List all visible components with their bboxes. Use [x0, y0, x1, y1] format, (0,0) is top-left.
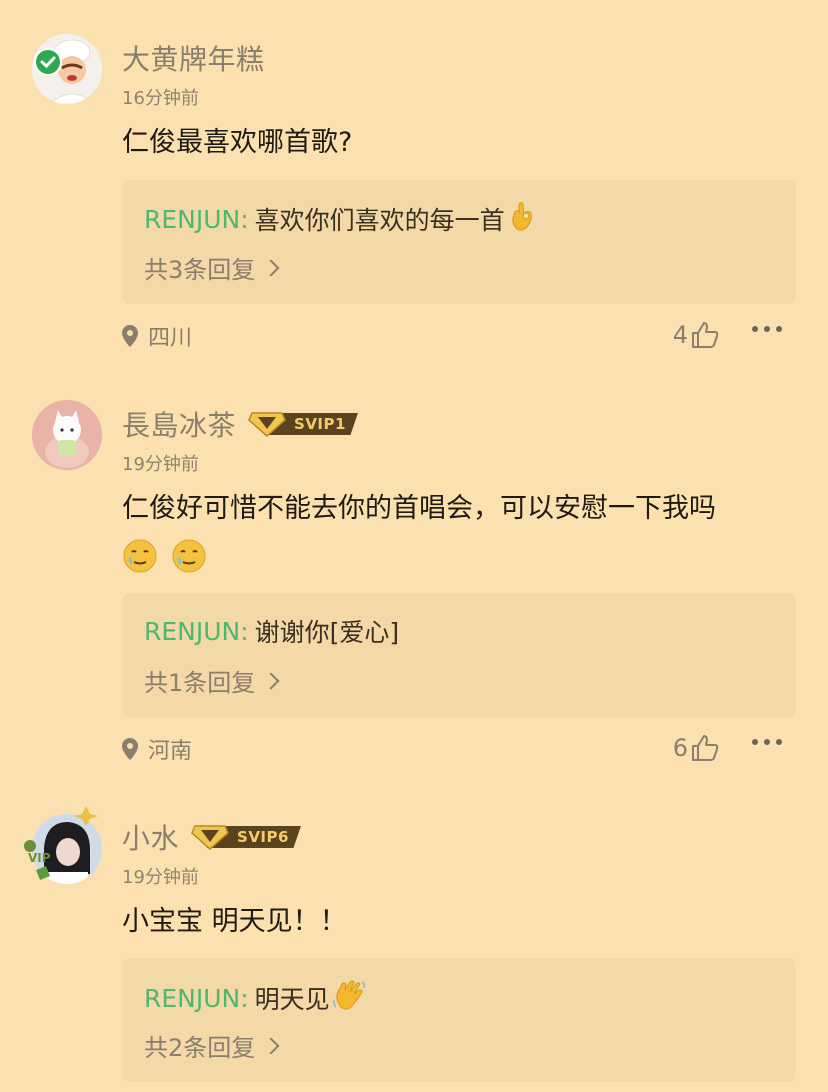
reply-author[interactable]: RENJUN:: [144, 617, 249, 646]
comment-meta: 四川 4: [122, 320, 782, 354]
username[interactable]: 長島冰茶: [122, 404, 236, 444]
vip-frame-icon: VIP: [24, 806, 98, 880]
like-count: 6: [672, 734, 688, 762]
reply-preview[interactable]: RENJUN: 谢谢你[爱心] 共1条回复: [122, 593, 796, 717]
location-pin-icon: [122, 325, 138, 347]
reply-preview[interactable]: RENJUN: 明天见 共2条回复: [122, 958, 796, 1082]
svg-text:VIP: VIP: [28, 851, 51, 865]
reply-count[interactable]: 共3条回复: [144, 250, 280, 285]
crying-emojis: [122, 534, 802, 576]
reply-author[interactable]: RENJUN:: [144, 205, 249, 234]
reply-count[interactable]: 共2条回复: [144, 1028, 280, 1063]
location-label: 河南: [148, 739, 193, 764]
location: 四川: [122, 320, 192, 352]
like-button[interactable]: 4: [673, 320, 720, 350]
timestamp: 19分钟前: [122, 867, 199, 888]
chevron-right-icon: [262, 259, 280, 276]
svip-diamond-icon: [191, 825, 229, 850]
like-button[interactable]: 6: [673, 733, 720, 763]
more-dots-icon[interactable]: [752, 326, 782, 332]
username[interactable]: 小水: [122, 817, 179, 857]
thumbs-up-icon: [692, 735, 719, 761]
smiling-tear-emoji-icon: [123, 539, 157, 572]
reply-text: 明天见: [254, 985, 330, 1014]
chevron-right-icon: [262, 1037, 280, 1054]
timestamp: 16分钟前: [122, 88, 199, 109]
verified-check-icon: [34, 48, 62, 76]
waving-hand-emoji-icon: [332, 978, 368, 1018]
username[interactable]: 大黄牌年糕: [122, 38, 265, 78]
reply-count-label: 共1条回复: [144, 669, 256, 697]
comment-text: 仁俊好可惜不能去你的首唱会，可以安慰一下我吗: [122, 488, 802, 576]
reply-line: RENJUN: 谢谢你[爱心]: [144, 613, 399, 649]
reply-line: RENJUN: 喜欢你们喜欢的每一首: [144, 200, 537, 238]
reply-count-label: 共2条回复: [144, 1034, 256, 1062]
reply-text: 谢谢你[爱心]: [254, 618, 400, 647]
avatar[interactable]: VIP: [24, 806, 102, 884]
avatar[interactable]: [32, 400, 102, 470]
thumbs-up-icon: [692, 322, 719, 348]
svip-diamond-icon: [248, 412, 286, 437]
comment-list: 大黄牌年糕 16分钟前 仁俊最喜欢哪首歌? RENJUN: 喜欢你们喜欢的每一首…: [0, 0, 828, 1092]
location-label: 四川: [148, 326, 193, 351]
location-pin-icon: [122, 738, 138, 760]
reply-preview[interactable]: RENJUN: 喜欢你们喜欢的每一首 共3条回复: [122, 180, 796, 304]
reply-line: RENJUN: 明天见: [144, 978, 368, 1018]
smiling-tear-emoji-icon: [172, 539, 206, 572]
svip-badge: SVIP1: [248, 411, 358, 437]
reply-author[interactable]: RENJUN:: [144, 984, 249, 1013]
comment-meta: 河南 6: [122, 733, 782, 767]
more-dots-icon[interactable]: [752, 739, 782, 745]
svip-badge: SVIP6: [191, 824, 301, 850]
reply-count-label: 共3条回复: [144, 256, 256, 284]
chevron-right-icon: [262, 672, 280, 689]
ok-hand-emoji-icon: [509, 200, 537, 238]
avatar[interactable]: [32, 34, 102, 104]
location: 河南: [122, 733, 192, 765]
comment-text: 仁俊最喜欢哪首歌?: [122, 127, 353, 158]
timestamp: 19分钟前: [122, 454, 199, 475]
reply-text: 喜欢你们喜欢的每一首: [254, 206, 505, 235]
comment-text: 小宝宝 明天见！！: [122, 906, 347, 937]
reply-count[interactable]: 共1条回复: [144, 663, 280, 698]
like-count: 4: [672, 321, 688, 349]
comment-text-body: 仁俊好可惜不能去你的首唱会，可以安慰一下我吗: [122, 493, 716, 524]
